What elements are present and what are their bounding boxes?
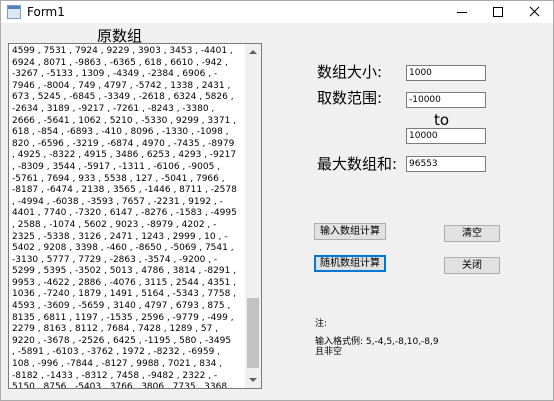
array-size-label: 数组大小: [317, 63, 383, 81]
max-subarray-sum-label: 最大数组和: [317, 155, 398, 173]
title-bar[interactable]: Form1 [1, 1, 553, 23]
range-to-label: to [434, 111, 450, 129]
original-array-title: 原数组 [97, 27, 143, 45]
input-format-example: 输入格式例: 5,-4,5,-8,10,-8,9 [315, 337, 439, 347]
scroll-up-arrow-icon[interactable] [245, 44, 261, 60]
vertical-scrollbar[interactable] [245, 44, 261, 388]
array-size-input[interactable]: 1000 [406, 65, 486, 81]
range-min-input[interactable]: -10000 [406, 92, 486, 108]
note-label: 注: [315, 319, 328, 329]
maximize-icon[interactable] [480, 1, 516, 23]
close-window-icon[interactable] [516, 1, 552, 23]
scrollbar-thumb[interactable] [247, 298, 259, 368]
scroll-down-arrow-icon[interactable] [245, 372, 261, 388]
max-subarray-sum-output[interactable]: 96553 [406, 156, 486, 172]
range-max-input[interactable]: 10000 [406, 128, 486, 144]
close-button[interactable]: 关闭 [444, 257, 500, 274]
window-title: Form1 [27, 5, 65, 19]
minimize-icon[interactable] [444, 1, 480, 23]
range-label: 取数范围: [317, 89, 383, 107]
original-array-text[interactable]: 4599 , 7531 , 7924 , 9229 , 3903 , 3453 … [12, 46, 245, 388]
clear-button[interactable]: 清空 [444, 225, 500, 242]
input-array-calculate-button[interactable]: 输入数组计算 [314, 223, 386, 240]
main-window: Form1 原数组 4599 , 7531 , 7924 , 9229 , 39… [0, 0, 554, 401]
app-form-icon [7, 5, 21, 19]
non-empty-note: 且非空 [315, 347, 343, 357]
original-array-textbox[interactable]: 4599 , 7531 , 7924 , 9229 , 3903 , 3453 … [8, 43, 262, 389]
random-array-calculate-button[interactable]: 随机数组计算 [314, 255, 386, 272]
